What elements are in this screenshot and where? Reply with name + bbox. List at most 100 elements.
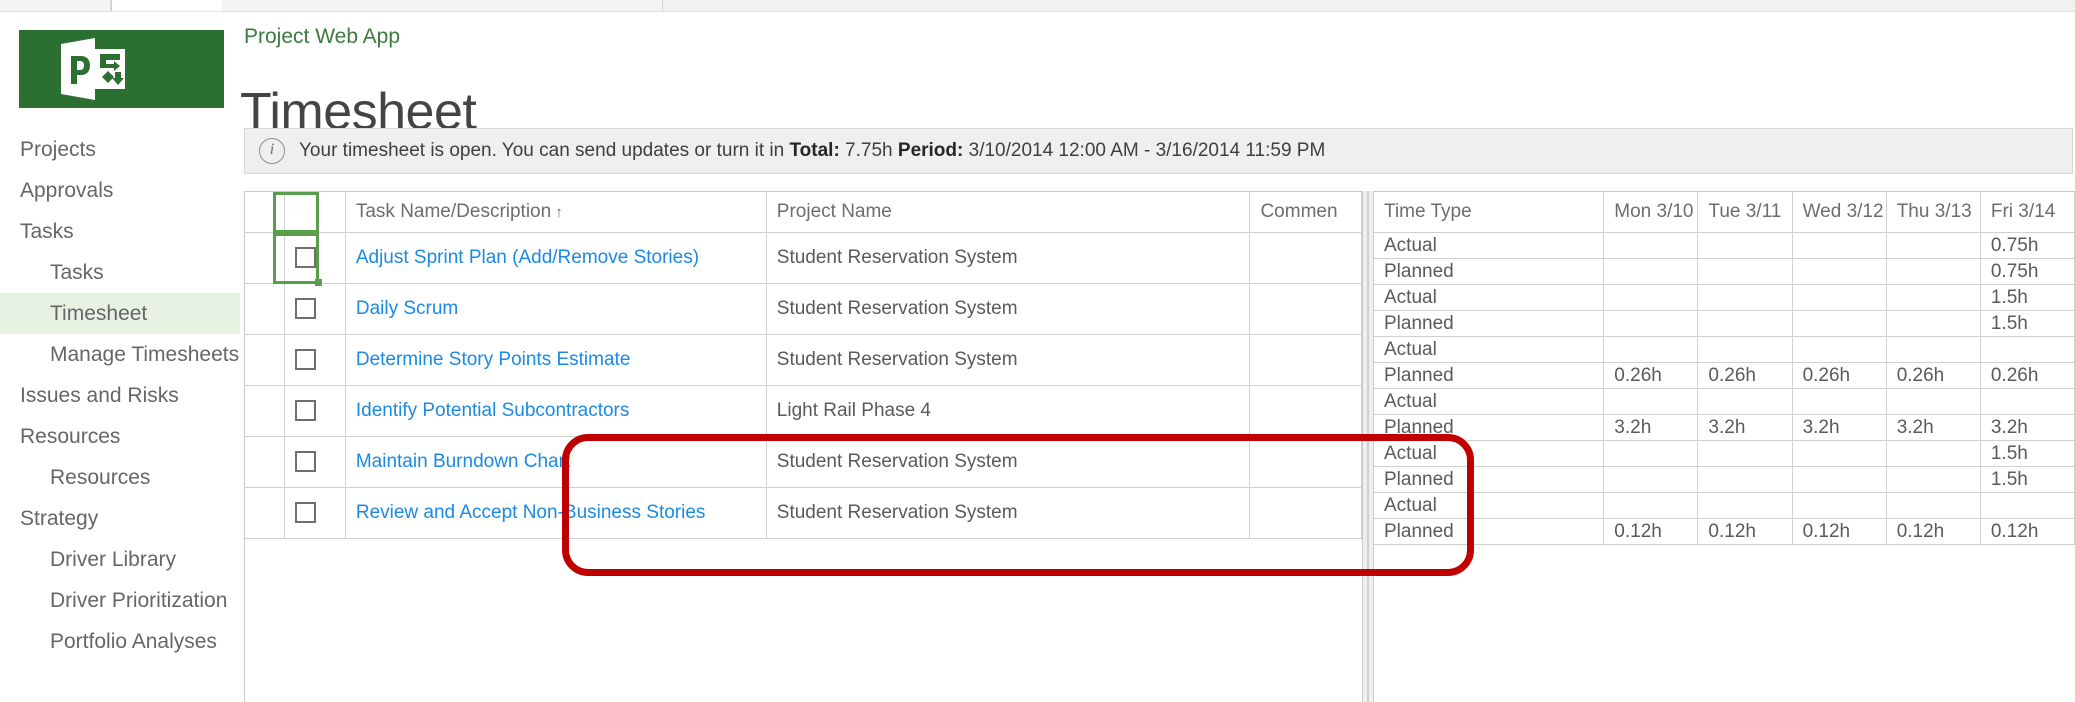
time-entry-cell[interactable]	[1697, 284, 1793, 311]
task-row[interactable]: Daily Scrum Student Reservation System	[245, 283, 1362, 335]
sidebar-item-manage-timesheets[interactable]: Manage Timesheets	[0, 334, 240, 375]
time-entry-cell[interactable]	[1603, 284, 1699, 311]
time-entry-cell[interactable]	[1980, 388, 2075, 415]
time-entry-cell[interactable]	[1697, 310, 1793, 337]
task-name-link[interactable]: Maintain Burndown Chart	[356, 451, 570, 472]
time-entry-cell[interactable]	[1697, 492, 1793, 519]
time-entry-cell[interactable]	[1792, 284, 1887, 311]
time-entry-cell[interactable]: 3.2h	[1697, 414, 1793, 441]
task-row[interactable]: Adjust Sprint Plan (Add/Remove Stories) S…	[245, 232, 1362, 284]
time-entry-cell[interactable]	[1792, 336, 1887, 363]
time-entry-cell[interactable]	[1603, 336, 1699, 363]
sidebar-item-driver-prioritization[interactable]: Driver Prioritization	[0, 580, 240, 621]
sidebar-item-timesheet[interactable]: Timesheet	[0, 293, 240, 334]
time-entry-cell[interactable]	[1697, 388, 1793, 415]
row-handle-cell[interactable]	[245, 436, 285, 488]
row-handle-cell[interactable]	[245, 385, 285, 437]
time-entry-cell[interactable]	[1792, 388, 1887, 415]
time-col-header-thu-3-13[interactable]: Thu 3/13	[1886, 192, 1981, 233]
task-row[interactable]: Maintain Burndown Chart Student Reservati…	[245, 436, 1362, 488]
time-entry-cell[interactable]: 0.26h	[1886, 362, 1981, 389]
comment-cell[interactable]	[1249, 334, 1362, 386]
task-name-link[interactable]: Adjust Sprint Plan (Add/Remove Stories)	[356, 247, 699, 268]
row-select-cell[interactable]	[284, 385, 346, 437]
row-checkbox[interactable]	[294, 451, 316, 473]
row-checkbox[interactable]	[294, 298, 316, 320]
time-entry-cell[interactable]: 1.5h	[1980, 310, 2075, 337]
sidebar-item-strategy[interactable]: Strategy	[0, 498, 240, 539]
time-entry-cell[interactable]	[1792, 258, 1887, 285]
time-entry-cell[interactable]	[1603, 388, 1699, 415]
time-entry-cell[interactable]	[1603, 466, 1699, 493]
sidebar-item-tasks[interactable]: Tasks	[0, 252, 240, 293]
time-entry-cell[interactable]	[1792, 492, 1887, 519]
time-entry-cell[interactable]	[1697, 336, 1793, 363]
ribbon-tab-0[interactable]	[0, 0, 111, 11]
time-col-header-tue-3-11[interactable]: Tue 3/11	[1697, 192, 1793, 233]
row-handle-cell[interactable]	[245, 283, 285, 335]
task-row[interactable]: Review and Accept Non-Business Stories St…	[245, 487, 1362, 539]
time-entry-cell[interactable]	[1603, 492, 1699, 519]
row-select-cell[interactable]	[284, 232, 346, 284]
time-entry-cell[interactable]: 0.26h	[1603, 362, 1699, 389]
time-entry-cell[interactable]: 0.26h	[1792, 362, 1887, 389]
task-row[interactable]: Determine Story Points Estimate Student R…	[245, 334, 1362, 386]
task-name-link[interactable]: Identify Potential Subcontractors	[356, 400, 630, 421]
row-checkbox[interactable]	[294, 400, 316, 422]
sidebar-item-projects[interactable]: Projects	[0, 129, 240, 170]
time-entry-cell[interactable]: 3.2h	[1792, 414, 1887, 441]
time-entry-cell[interactable]: 1.5h	[1980, 284, 2075, 311]
task-col-header-handle[interactable]	[245, 192, 285, 233]
task-name-link[interactable]: Determine Story Points Estimate	[356, 349, 631, 370]
comment-cell[interactable]	[1249, 487, 1362, 539]
time-entry-cell[interactable]: 3.2h	[1886, 414, 1981, 441]
time-entry-cell[interactable]: 0.12h	[1603, 518, 1699, 545]
row-handle-cell[interactable]	[245, 487, 285, 539]
time-col-header-wed-3-12[interactable]: Wed 3/12	[1792, 192, 1887, 233]
time-entry-cell[interactable]: 0.12h	[1792, 518, 1887, 545]
row-select-cell[interactable]	[284, 283, 346, 335]
time-entry-cell[interactable]	[1980, 336, 2075, 363]
time-entry-cell[interactable]: 0.12h	[1697, 518, 1793, 545]
time-entry-cell[interactable]	[1792, 466, 1887, 493]
row-handle-cell[interactable]	[245, 232, 285, 284]
time-col-header-time-type[interactable]: Time Type	[1374, 192, 1605, 233]
time-entry-cell[interactable]: 0.75h	[1980, 232, 2075, 259]
time-entry-cell[interactable]	[1886, 492, 1981, 519]
time-entry-cell[interactable]	[1792, 440, 1887, 467]
row-select-cell[interactable]	[284, 334, 346, 386]
time-entry-cell[interactable]	[1792, 232, 1887, 259]
time-entry-cell[interactable]	[1697, 258, 1793, 285]
time-entry-cell[interactable]	[1886, 310, 1981, 337]
project-web-app-logo[interactable]	[19, 30, 224, 108]
comment-cell[interactable]	[1249, 436, 1362, 488]
sidebar-item-resources[interactable]: Resources	[0, 416, 240, 457]
time-entry-cell[interactable]: 0.26h	[1980, 362, 2075, 389]
pane-splitter[interactable]	[1362, 191, 1374, 702]
sidebar-item-approvals[interactable]: Approvals	[0, 170, 240, 211]
time-entry-cell[interactable]	[1886, 284, 1981, 311]
row-checkbox[interactable]	[294, 349, 316, 371]
time-entry-cell[interactable]	[1886, 440, 1981, 467]
time-entry-cell[interactable]	[1697, 466, 1793, 493]
row-handle-cell[interactable]	[245, 334, 285, 386]
sidebar-item-tasks[interactable]: Tasks	[0, 211, 240, 252]
time-entry-cell[interactable]	[1886, 466, 1981, 493]
time-entry-cell[interactable]	[1886, 258, 1981, 285]
time-entry-cell[interactable]: 1.5h	[1980, 440, 2075, 467]
task-name-link[interactable]: Review and Accept Non-Business Stories	[356, 502, 706, 523]
task-col-header-project[interactable]: Project Name	[766, 192, 1251, 233]
task-row[interactable]: Identify Potential Subcontractors Light R…	[245, 385, 1362, 437]
time-entry-cell[interactable]	[1603, 258, 1699, 285]
sidebar-item-resources[interactable]: Resources	[0, 457, 240, 498]
comment-cell[interactable]	[1249, 232, 1362, 284]
time-entry-cell[interactable]: 0.12h	[1886, 518, 1981, 545]
time-entry-cell[interactable]: 3.2h	[1980, 414, 2075, 441]
time-col-header-fri-3-14[interactable]: Fri 3/14	[1980, 192, 2075, 233]
time-entry-cell[interactable]	[1980, 492, 2075, 519]
time-entry-cell[interactable]	[1603, 310, 1699, 337]
time-entry-cell[interactable]	[1886, 232, 1981, 259]
time-entry-cell[interactable]	[1886, 388, 1981, 415]
sidebar-item-portfolio-analyses[interactable]: Portfolio Analyses	[0, 621, 240, 662]
time-entry-cell[interactable]	[1603, 440, 1699, 467]
